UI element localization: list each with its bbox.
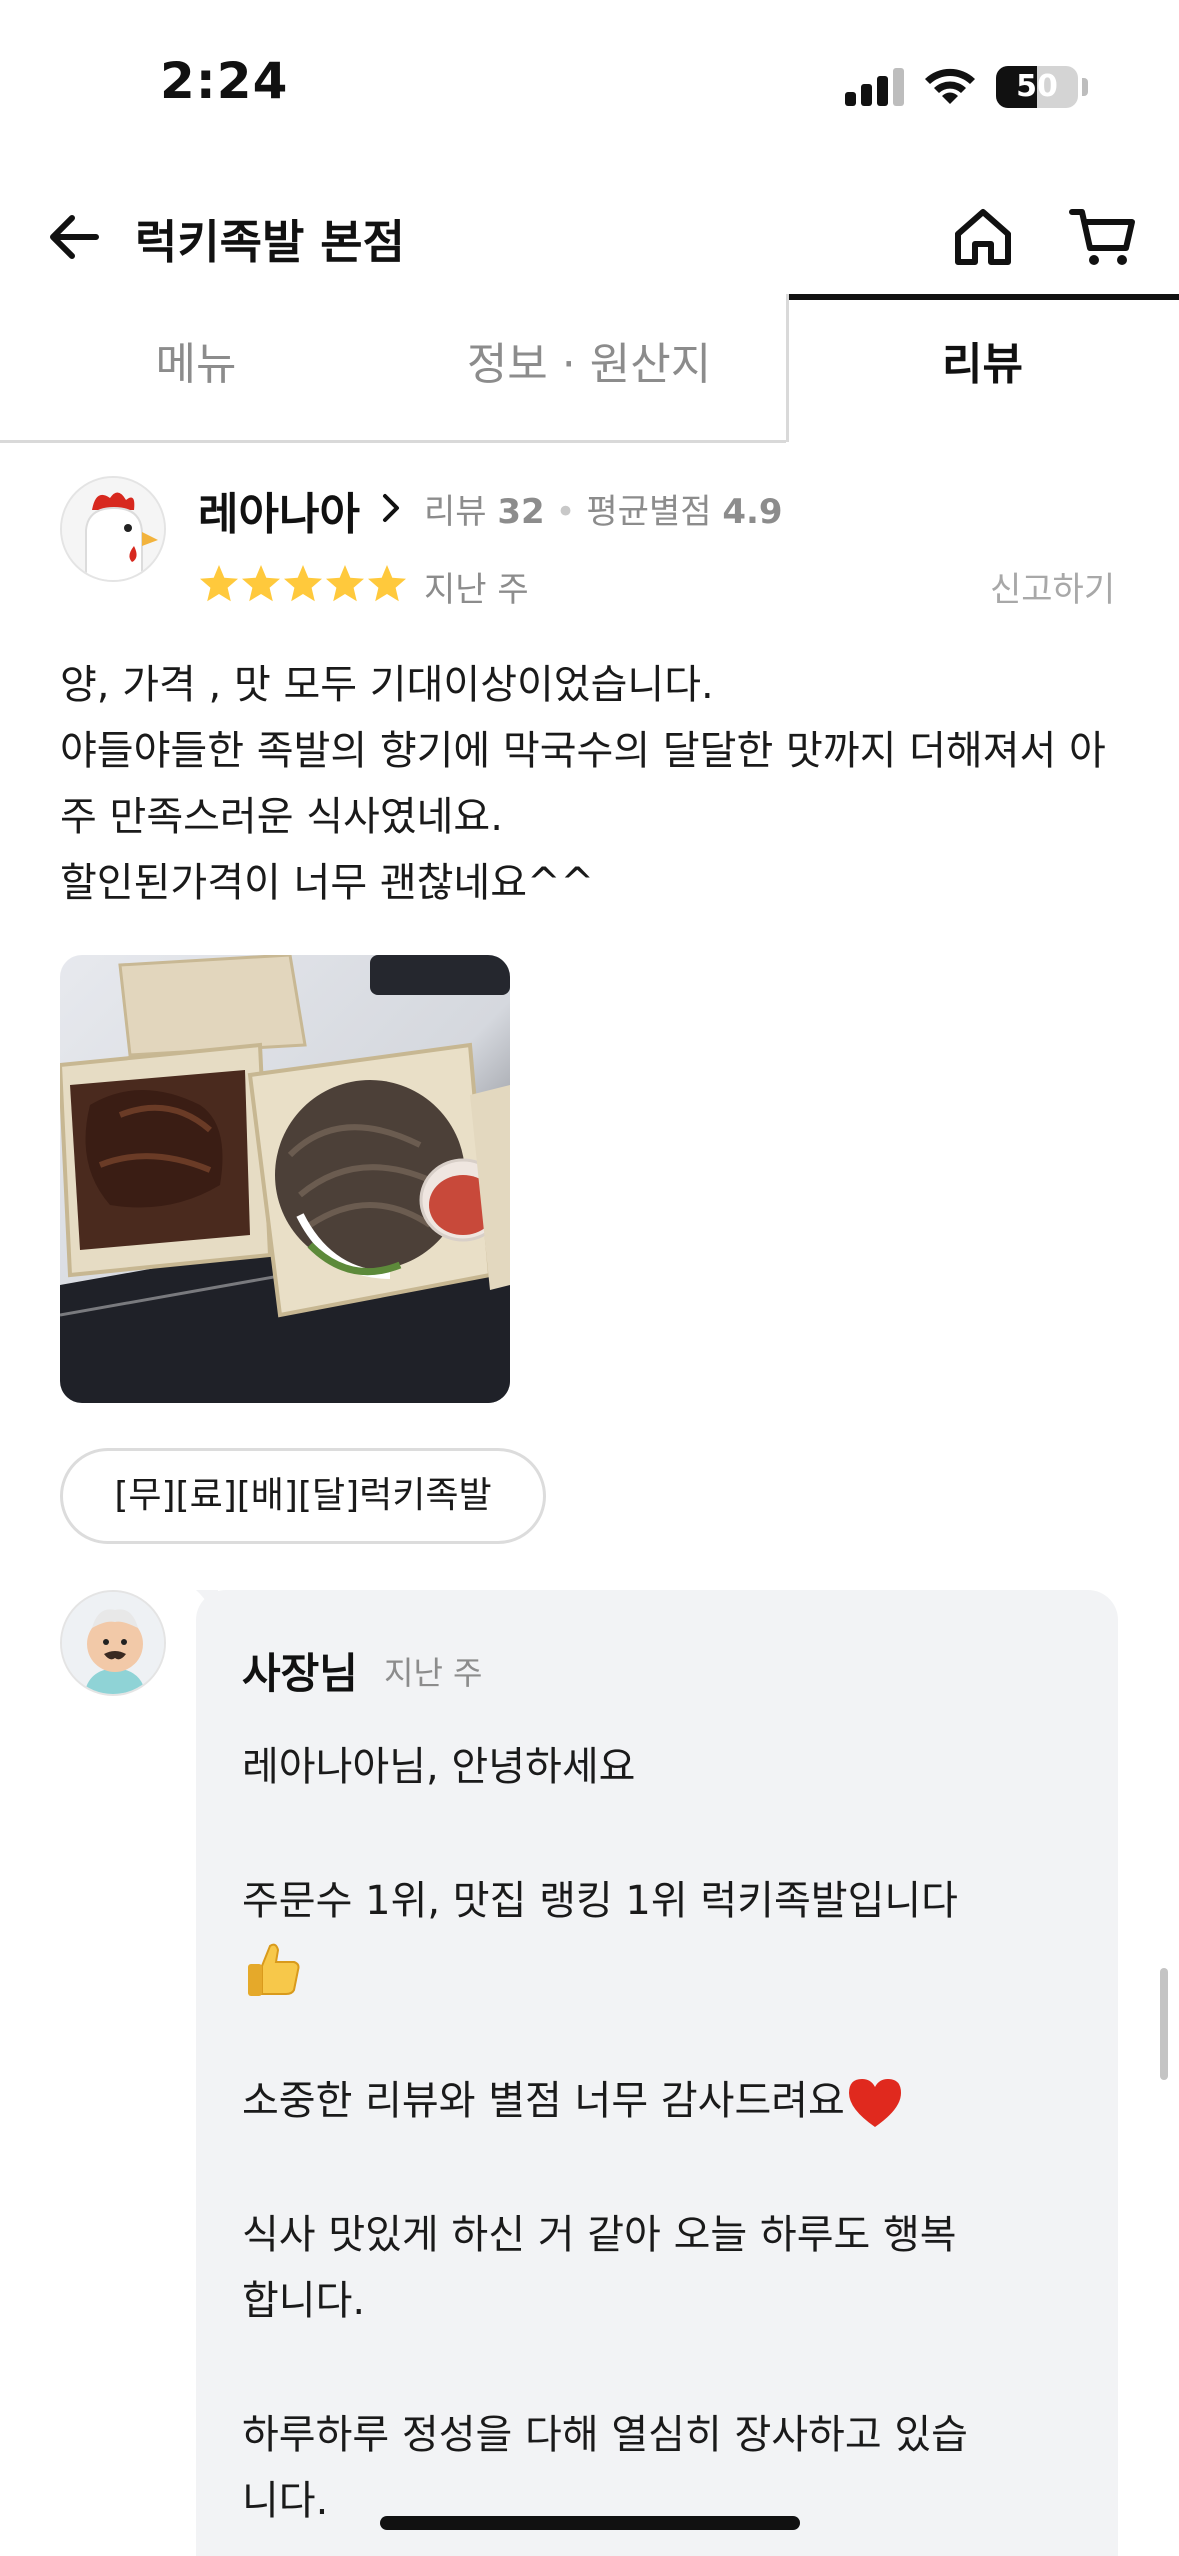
- battery-percent: 50: [1016, 69, 1058, 104]
- review-time: 지난 주: [424, 570, 529, 610]
- review-screen: 2:24 50 럭키족발 본점 메뉴 정보 · 원산지 리뷰 레아나아 리뷰 3…: [0, 0, 1179, 2556]
- header: 럭키족발 본점: [0, 180, 1179, 300]
- owner-reply-time: 지난 주: [384, 1654, 483, 1692]
- owner-name: 사장님: [242, 1649, 358, 1698]
- tab-divider-vertical: [786, 294, 789, 442]
- home-icon[interactable]: [948, 202, 1018, 272]
- average-rating: 4.9: [722, 492, 783, 532]
- review-count: 32: [497, 492, 545, 532]
- scrollbar[interactable]: [1160, 1968, 1168, 2080]
- star-rating: [200, 565, 406, 602]
- battery-icon: 50: [996, 66, 1078, 108]
- page-title: 럭키족발 본점: [135, 215, 405, 269]
- wifi-icon: [925, 68, 975, 104]
- tab-info[interactable]: 정보 · 원산지: [392, 296, 786, 442]
- stats-separator-dot: •: [555, 492, 587, 532]
- star-icon: [284, 565, 322, 602]
- chef-avatar-icon: [62, 1592, 164, 1694]
- owner-avatar: [60, 1590, 166, 1696]
- arrow-left-icon[interactable]: [40, 202, 110, 272]
- status-bar: 2:24 50: [0, 0, 1179, 170]
- star-icon: [368, 565, 406, 602]
- average-rating-label: 평균별점: [586, 492, 712, 532]
- review-photo[interactable]: [60, 955, 510, 1403]
- reply-thumb-row: [242, 1934, 1082, 2000]
- report-link[interactable]: 신고하기: [990, 562, 1115, 611]
- tab-selected-indicator: [786, 294, 1179, 300]
- tab-divider: [0, 440, 786, 443]
- reply-happy-2: 합니다.: [242, 2278, 366, 2324]
- reply-greeting: 레아나아님, 안녕하세요: [242, 1744, 636, 1790]
- food-photo-image: [60, 955, 510, 1403]
- red-heart-icon: [848, 2079, 901, 2127]
- star-icon: [200, 565, 238, 602]
- chevron-right-icon[interactable]: [376, 488, 406, 528]
- tab-menu[interactable]: 메뉴: [0, 296, 392, 442]
- reviewer-avatar[interactable]: [60, 476, 166, 582]
- reviewer-stats: 리뷰 32 • 평균별점 4.9: [424, 484, 783, 533]
- reply-happy-1: 식사 맛있게 하신 거 같아 오늘 하루도 행복: [242, 2212, 957, 2258]
- review-text: 양, 가격 , 맛 모두 기대이상이었습니다. 야들야들한 족발의 향기에 막국…: [60, 662, 1106, 906]
- reply-thanks-row: 소중한 리뷰와 별점 너무 감사드려요: [242, 2068, 1082, 2134]
- reviewer-name[interactable]: 레아나아: [198, 478, 360, 542]
- cart-icon[interactable]: [1068, 202, 1138, 272]
- star-icon: [326, 565, 364, 602]
- thumbs-up-icon: [248, 1943, 300, 1996]
- chicken-avatar-icon: [62, 478, 164, 580]
- home-indicator[interactable]: [380, 2516, 800, 2530]
- reply-ranking: 주문수 1위, 맛집 랭킹 1위 럭키족발입니다: [242, 1878, 958, 1924]
- tab-review[interactable]: 리뷰: [786, 296, 1179, 442]
- reply-effort-1: 하루하루 정성을 다해 열심히 장사하고 있습: [242, 2412, 968, 2458]
- tab-bar: 메뉴 정보 · 원산지 리뷰: [0, 296, 1179, 442]
- battery-tip: [1082, 78, 1088, 96]
- cellular-signal-icon: [845, 68, 905, 106]
- star-icon: [242, 565, 280, 602]
- menu-chip[interactable]: [무][료][배][달]럭키족발: [60, 1448, 546, 1544]
- status-time: 2:24: [160, 52, 289, 110]
- review-count-label: 리뷰: [424, 492, 487, 532]
- reply-thanks: 소중한 리뷰와 별점 너무 감사드려요: [242, 2078, 845, 2124]
